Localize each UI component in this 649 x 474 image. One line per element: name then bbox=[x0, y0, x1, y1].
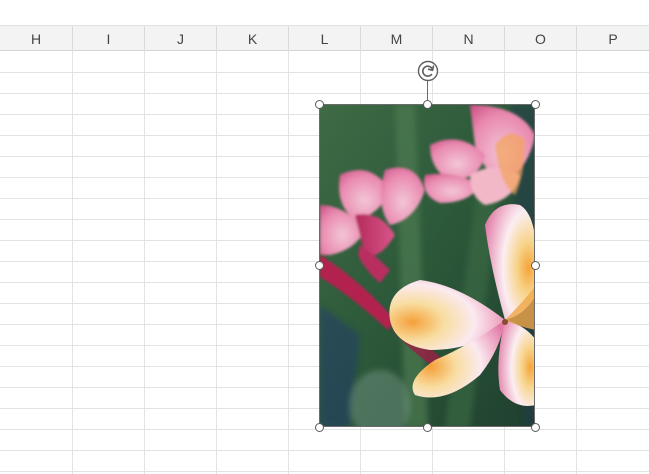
column-header-l[interactable]: L bbox=[289, 26, 361, 51]
resize-handle-icon[interactable] bbox=[315, 423, 324, 432]
ribbon-edge bbox=[0, 0, 649, 25]
resize-handle-icon[interactable] bbox=[423, 423, 432, 432]
column-header-j[interactable]: J bbox=[145, 26, 217, 51]
column-header-m[interactable]: M bbox=[361, 26, 433, 51]
resize-handle-icon[interactable] bbox=[531, 261, 540, 270]
column-header-k[interactable]: K bbox=[217, 26, 289, 51]
column-header-row: H I J K L M N O P bbox=[0, 25, 649, 51]
column-header-h[interactable]: H bbox=[0, 26, 73, 51]
inserted-picture[interactable] bbox=[319, 104, 535, 427]
gridline bbox=[0, 471, 649, 472]
gridline bbox=[0, 72, 649, 73]
gridline bbox=[0, 429, 649, 430]
gridline bbox=[0, 93, 649, 94]
resize-handle-icon[interactable] bbox=[531, 423, 540, 432]
column-header-n[interactable]: N bbox=[433, 26, 505, 51]
column-header-p[interactable]: P bbox=[577, 26, 649, 51]
rotate-handle-icon[interactable] bbox=[416, 59, 440, 83]
column-header-o[interactable]: O bbox=[505, 26, 577, 51]
resize-handle-icon[interactable] bbox=[531, 100, 540, 109]
column-header-i[interactable]: I bbox=[73, 26, 145, 51]
resize-handle-icon[interactable] bbox=[423, 100, 432, 109]
resize-handle-icon[interactable] bbox=[315, 261, 324, 270]
gridline bbox=[0, 450, 649, 451]
resize-handle-icon[interactable] bbox=[315, 100, 324, 109]
